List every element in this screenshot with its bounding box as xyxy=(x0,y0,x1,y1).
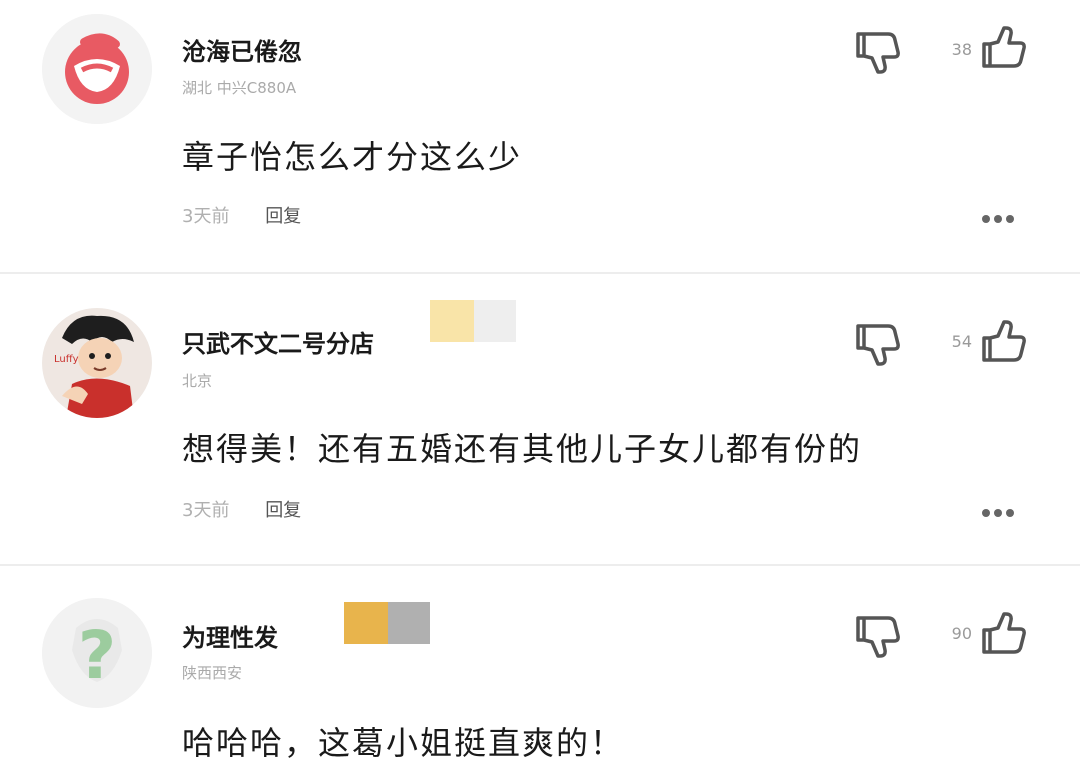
like-count: 54 xyxy=(951,332,972,351)
comment-time: 3天前 xyxy=(182,500,230,521)
avatar[interactable]: Luffy xyxy=(42,308,152,418)
comment-item: Luffy 只武不文二号分店 北京 想得美！还有五婚还有其他儿子女儿都有份的 3… xyxy=(0,274,1080,564)
username[interactable]: 为理性发 xyxy=(182,618,278,653)
comment-item: 沧海已倦忽 湖北 中兴C880A 章子怡怎么才分这么少 3天前 回复 38 xyxy=(0,0,1080,272)
user-badge xyxy=(344,602,388,644)
comment-text: 哈哈哈，这葛小姐挺直爽的！ xyxy=(182,724,625,762)
avatar[interactable]: ? xyxy=(42,598,152,708)
thumbs-up-icon[interactable] xyxy=(978,316,1030,368)
thumbs-down-icon[interactable] xyxy=(852,26,904,78)
svg-text:Luffy: Luffy xyxy=(54,354,79,365)
username[interactable]: 只武不文二号分店 xyxy=(182,324,374,359)
username[interactable]: 沧海已倦忽 xyxy=(182,32,302,67)
comment-text: 想得美！还有五婚还有其他儿子女儿都有份的 xyxy=(182,430,863,468)
thumbs-up-icon[interactable] xyxy=(978,22,1030,74)
thumbs-up-icon[interactable] xyxy=(978,608,1030,660)
anime-character-avatar-icon: Luffy xyxy=(42,308,152,418)
more-options-icon[interactable] xyxy=(982,502,1022,517)
comment-item: ? 为理性发 陕西西安 哈哈哈，这葛小姐挺直爽的！ 90 xyxy=(0,566,1080,783)
avatar[interactable] xyxy=(42,14,152,124)
like-count: 90 xyxy=(951,624,972,643)
thumbs-down-icon[interactable] xyxy=(852,318,904,370)
comment-text: 章子怡怎么才分这么少 xyxy=(182,138,523,176)
more-options-icon[interactable] xyxy=(982,208,1022,223)
user-location-device: 湖北 中兴C880A xyxy=(182,79,297,97)
user-location: 北京 xyxy=(182,372,213,390)
comment-footer: 3天前 回复 xyxy=(182,202,301,228)
user-badge xyxy=(388,602,430,644)
user-badge xyxy=(430,300,474,342)
comment-time: 3天前 xyxy=(182,206,230,227)
thumbs-down-icon[interactable] xyxy=(852,610,904,662)
svg-text:?: ? xyxy=(78,617,116,694)
red-logo-avatar-icon xyxy=(42,14,152,124)
reply-button[interactable]: 回复 xyxy=(265,206,301,227)
question-mark-avatar-icon: ? xyxy=(42,598,152,708)
like-count: 38 xyxy=(951,40,972,59)
user-badge xyxy=(474,300,516,342)
comment-footer: 3天前 回复 xyxy=(182,496,301,522)
reply-button[interactable]: 回复 xyxy=(265,500,301,521)
user-location: 陕西西安 xyxy=(182,664,243,682)
